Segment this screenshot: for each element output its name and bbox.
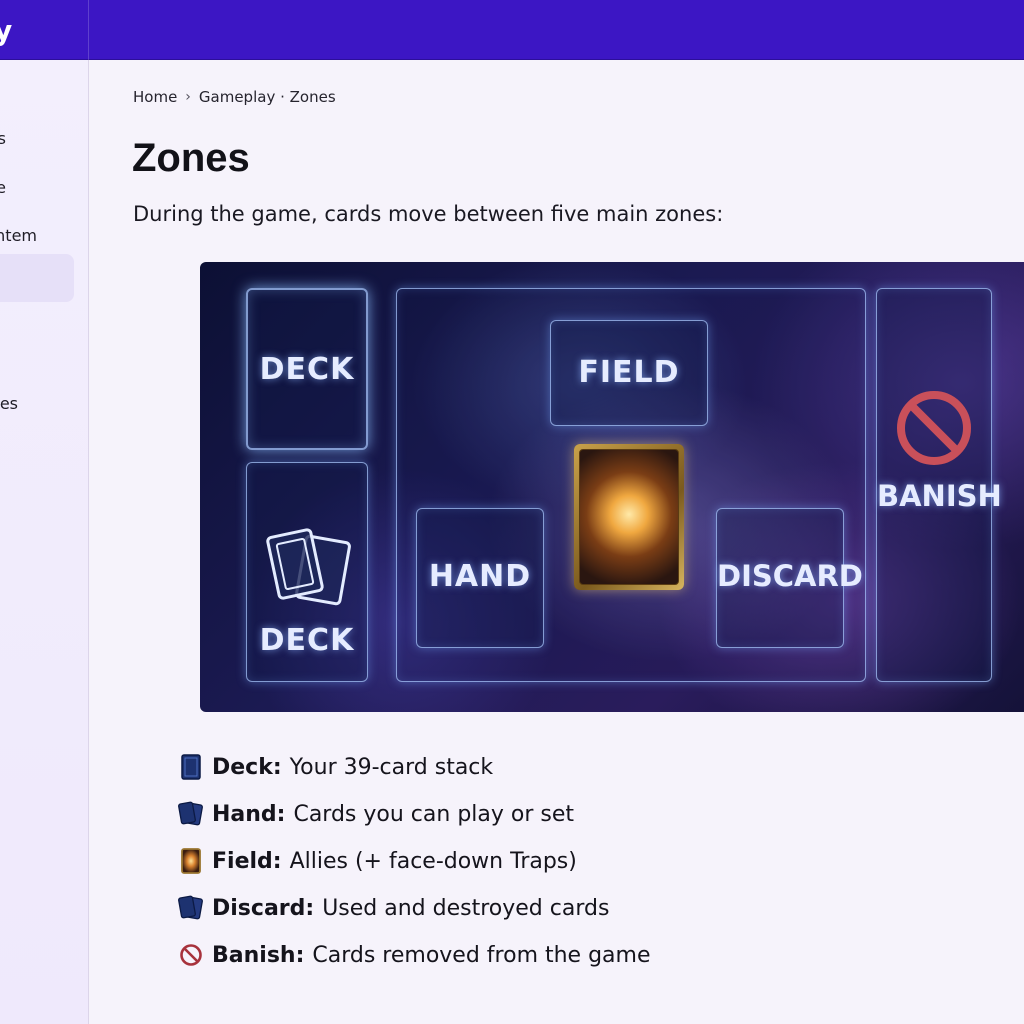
hand-zone: HAND	[416, 508, 544, 648]
deck-zone-bottom: DECK	[246, 462, 368, 682]
card-back-art	[579, 449, 679, 585]
legend-desc: Allies (+ face-down Traps)	[289, 848, 577, 874]
banish-icon	[897, 391, 971, 465]
legend-term: Banish:	[212, 942, 305, 968]
page-title: Zones	[132, 136, 250, 180]
discard-icon	[178, 895, 204, 921]
sidebar-item-2[interactable]: e	[0, 172, 6, 202]
legend-item-deck: Deck: Your 39-card stack	[178, 752, 493, 782]
sidebar-item-label: s	[0, 129, 6, 148]
legend-desc: Your 39-card stack	[289, 754, 494, 780]
legend-term: Field:	[212, 848, 282, 874]
hand-zone-label: HAND	[428, 559, 532, 594]
breadcrumb: Home › Gameplay · Zones	[133, 88, 336, 106]
page-intro: During the game, cards move between five…	[133, 202, 724, 226]
sidebar-item-4[interactable]: es	[0, 388, 18, 418]
sidebar-item-3[interactable]: ntem	[0, 220, 37, 250]
sidebar: s e ntem es	[0, 60, 89, 1024]
banish-icon	[178, 942, 204, 968]
banish-zone: BANISH	[876, 288, 1002, 682]
legend-term: Deck:	[212, 754, 282, 780]
sidebar-item-1[interactable]: s	[0, 123, 6, 153]
top-bar: y	[0, 0, 1024, 60]
sidebar-item-label: ntem	[0, 225, 37, 245]
legend-term: Discard:	[212, 895, 315, 921]
deck-zone-label: DECK	[259, 623, 355, 658]
breadcrumb-current: Gameplay · Zones	[198, 88, 336, 106]
field-zone-label: FIELD	[578, 355, 680, 390]
sidebar-item-label: e	[0, 178, 6, 197]
discard-zone-label: DISCARD	[717, 559, 863, 593]
banish-zone-label: BANISH	[877, 479, 1002, 513]
main-content: Home › Gameplay · Zones Zones During the…	[90, 60, 1024, 1024]
legend-desc: Used and destroyed cards	[322, 895, 610, 921]
legend-term: Hand:	[212, 801, 286, 827]
field-card-icon	[178, 848, 204, 874]
sidebar-active-item[interactable]	[0, 254, 74, 302]
hand-icon	[178, 801, 204, 827]
field-card-image	[574, 444, 684, 590]
breadcrumb-home[interactable]: Home	[133, 88, 177, 106]
legend-item-discard: Discard: Used and destroyed cards	[178, 893, 609, 923]
sidebar-item-label: es	[0, 393, 18, 413]
legend-item-banish: Banish: Cards removed from the game	[178, 940, 651, 970]
cards-stack-icon	[266, 528, 351, 606]
zones-board-image: DECK DECK FIELD HAND DISCARD BANISH	[200, 262, 1024, 712]
deck-zone-label: DECK	[259, 352, 355, 387]
legend-item-hand: Hand: Cards you can play or set	[178, 799, 574, 829]
breadcrumb-separator: ›	[185, 89, 191, 105]
field-zone: FIELD	[550, 320, 708, 426]
legend-desc: Cards removed from the game	[312, 942, 651, 968]
deck-zone-top: DECK	[246, 288, 368, 450]
legend-desc: Cards you can play or set	[293, 801, 575, 827]
topbar-divider	[88, 0, 89, 60]
legend-item-field: Field: Allies (+ face-down Traps)	[178, 846, 577, 876]
deck-icon	[178, 754, 204, 780]
discard-zone: DISCARD	[716, 508, 863, 648]
brand-logo[interactable]: y	[0, 14, 12, 47]
